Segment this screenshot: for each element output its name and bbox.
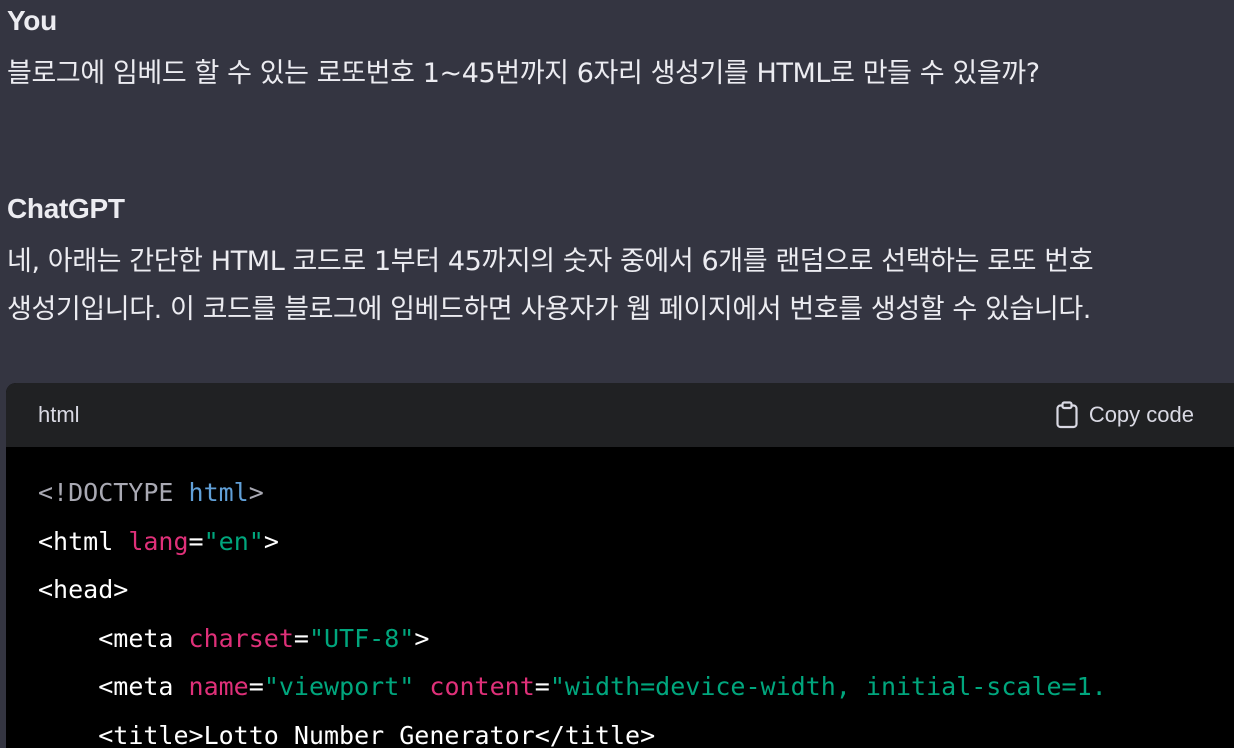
assistant-paragraph-line-1: 네, 아래는 간단한 HTML 코드로 1부터 45까지의 숫자 중에서 6개를… <box>7 246 1094 277</box>
code-token: = <box>534 672 550 701</box>
code-token: name <box>188 672 249 701</box>
code-token: "UTF-8" <box>308 623 415 653</box>
code-line: <title>Lotto Number Generator</title> <box>38 712 1234 748</box>
code-token: > <box>414 623 430 653</box>
code-token: content <box>429 672 535 701</box>
assistant-message: ChatGPT 네, 아래는 간단한 HTML 코드로 1부터 45까지의 숫자… <box>7 192 1234 334</box>
code-line: <meta charset="UTF-8"> <box>38 615 1234 664</box>
code-line: <html lang="en"> <box>38 518 1234 567</box>
code-token: <head> <box>38 575 129 604</box>
code-line: <!DOCTYPE html> <box>38 469 1234 518</box>
code-token: <title>Lotto Number Generator</title> <box>98 720 656 748</box>
copy-code-button[interactable]: Copy code <box>1055 401 1194 429</box>
code-token: "width=device-width, initial-scale=1. <box>549 672 1107 701</box>
code-language-label: html <box>38 402 80 427</box>
code-token: = <box>188 526 204 556</box>
code-line: <head> <box>38 566 1234 615</box>
code-token: > <box>248 478 264 507</box>
copy-code-label: Copy code <box>1088 402 1194 427</box>
code-token: = <box>248 672 264 701</box>
code-token: html <box>188 478 249 507</box>
code-token: charset <box>188 623 294 653</box>
code-line: <meta name="viewport" content="width=dev… <box>38 663 1234 712</box>
code-token: "viewport" <box>263 672 415 701</box>
code-token: <meta <box>98 623 189 653</box>
code-token: <meta <box>98 672 189 701</box>
assistant-paragraph-line-2: 생성기입니다. 이 코드를 블로그에 임베드하면 사용자가 웹 페이지에서 번호… <box>7 294 1091 325</box>
code-token: <html <box>38 526 129 556</box>
user-message-text: 블로그에 임베드 할 수 있는 로또번호 1~45번까지 6자리 생성기를 HT… <box>7 58 1040 89</box>
code-token: = <box>293 623 309 653</box>
code-content: <!DOCTYPE html> <html lang="en"> <head> <m… <box>6 447 1234 748</box>
clipboard-icon <box>1055 401 1079 429</box>
assistant-author: ChatGPT <box>7 193 125 224</box>
user-message: You 블로그에 임베드 할 수 있는 로또번호 1~45번까지 6자리 생성기… <box>7 4 1234 98</box>
code-block-header: html Copy code <box>6 383 1234 447</box>
code-token: "en" <box>203 526 264 556</box>
code-token: > <box>263 526 279 556</box>
code-block: html Copy code <!DOCTYPE html> <html lang… <box>6 383 1234 748</box>
code-token: lang <box>128 526 189 556</box>
code-token: <!DOCTYPE <box>38 478 189 507</box>
user-author: You <box>7 5 57 36</box>
